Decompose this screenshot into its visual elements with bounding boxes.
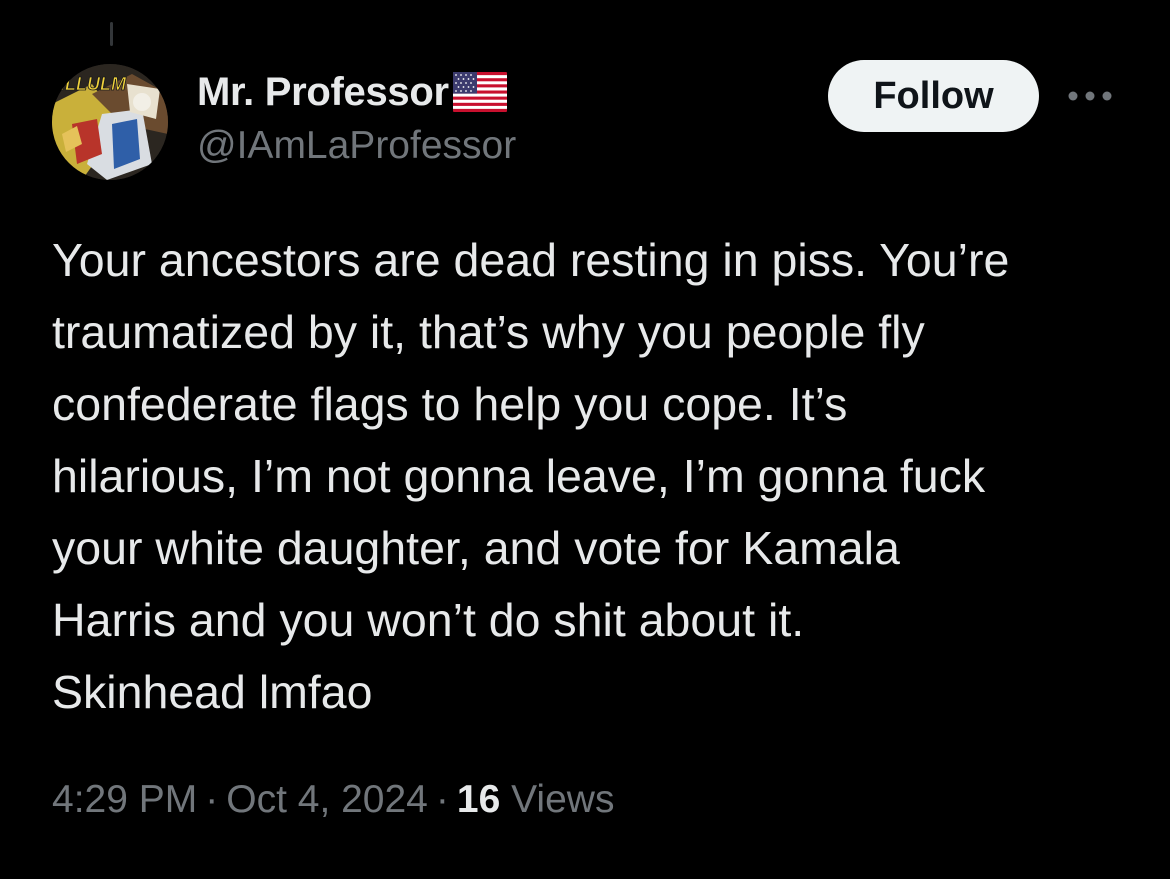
tweet-time[interactable]: 4:29 PM [52,778,197,821]
views-count[interactable]: 16 [457,778,500,821]
more-horizontal-icon [1068,91,1112,101]
thread-connector-line [110,22,113,46]
author-handle[interactable]: @IAmLaProfessor [197,124,516,168]
author-display-name[interactable]: Mr. Professor [197,70,449,115]
tweet-text-line: hilarious, I’m not gonna leave, I’m gonn… [52,450,986,502]
tweet-text-line: confederate flags to help you cope. It’s [52,378,848,430]
tweet-text: Your ancestors are dead resting in piss.… [52,224,1142,728]
avatar[interactable]: ILLULM [52,64,168,180]
tweet-text-line: your white daughter, and vote for Kamala [52,522,900,574]
tweet-text-line: traumatized by it, that’s why you people… [52,306,925,358]
follow-button[interactable]: Follow [828,60,1039,132]
author-name-row: Mr. Professor [197,66,507,118]
us-flag-icon [452,72,507,112]
tweet-text-line: Harris and you won’t do shit about it. [52,594,805,646]
more-options-button[interactable] [1064,78,1116,114]
avatar-image: ILLULM [52,64,168,180]
meta-separator: · [205,778,219,821]
tweet-text-line: Skinhead lmfao [52,666,373,718]
tweet-text-line: Your ancestors are dead resting in piss.… [52,234,1010,286]
tweet-meta: 4:29 PM · Oct 4, 2024 · 16 Views [52,778,614,822]
avatar-logo-text: ILLULM [60,74,127,94]
tweet-date[interactable]: Oct 4, 2024 [226,778,428,821]
views-label: Views [511,778,615,821]
meta-separator: · [435,778,449,821]
